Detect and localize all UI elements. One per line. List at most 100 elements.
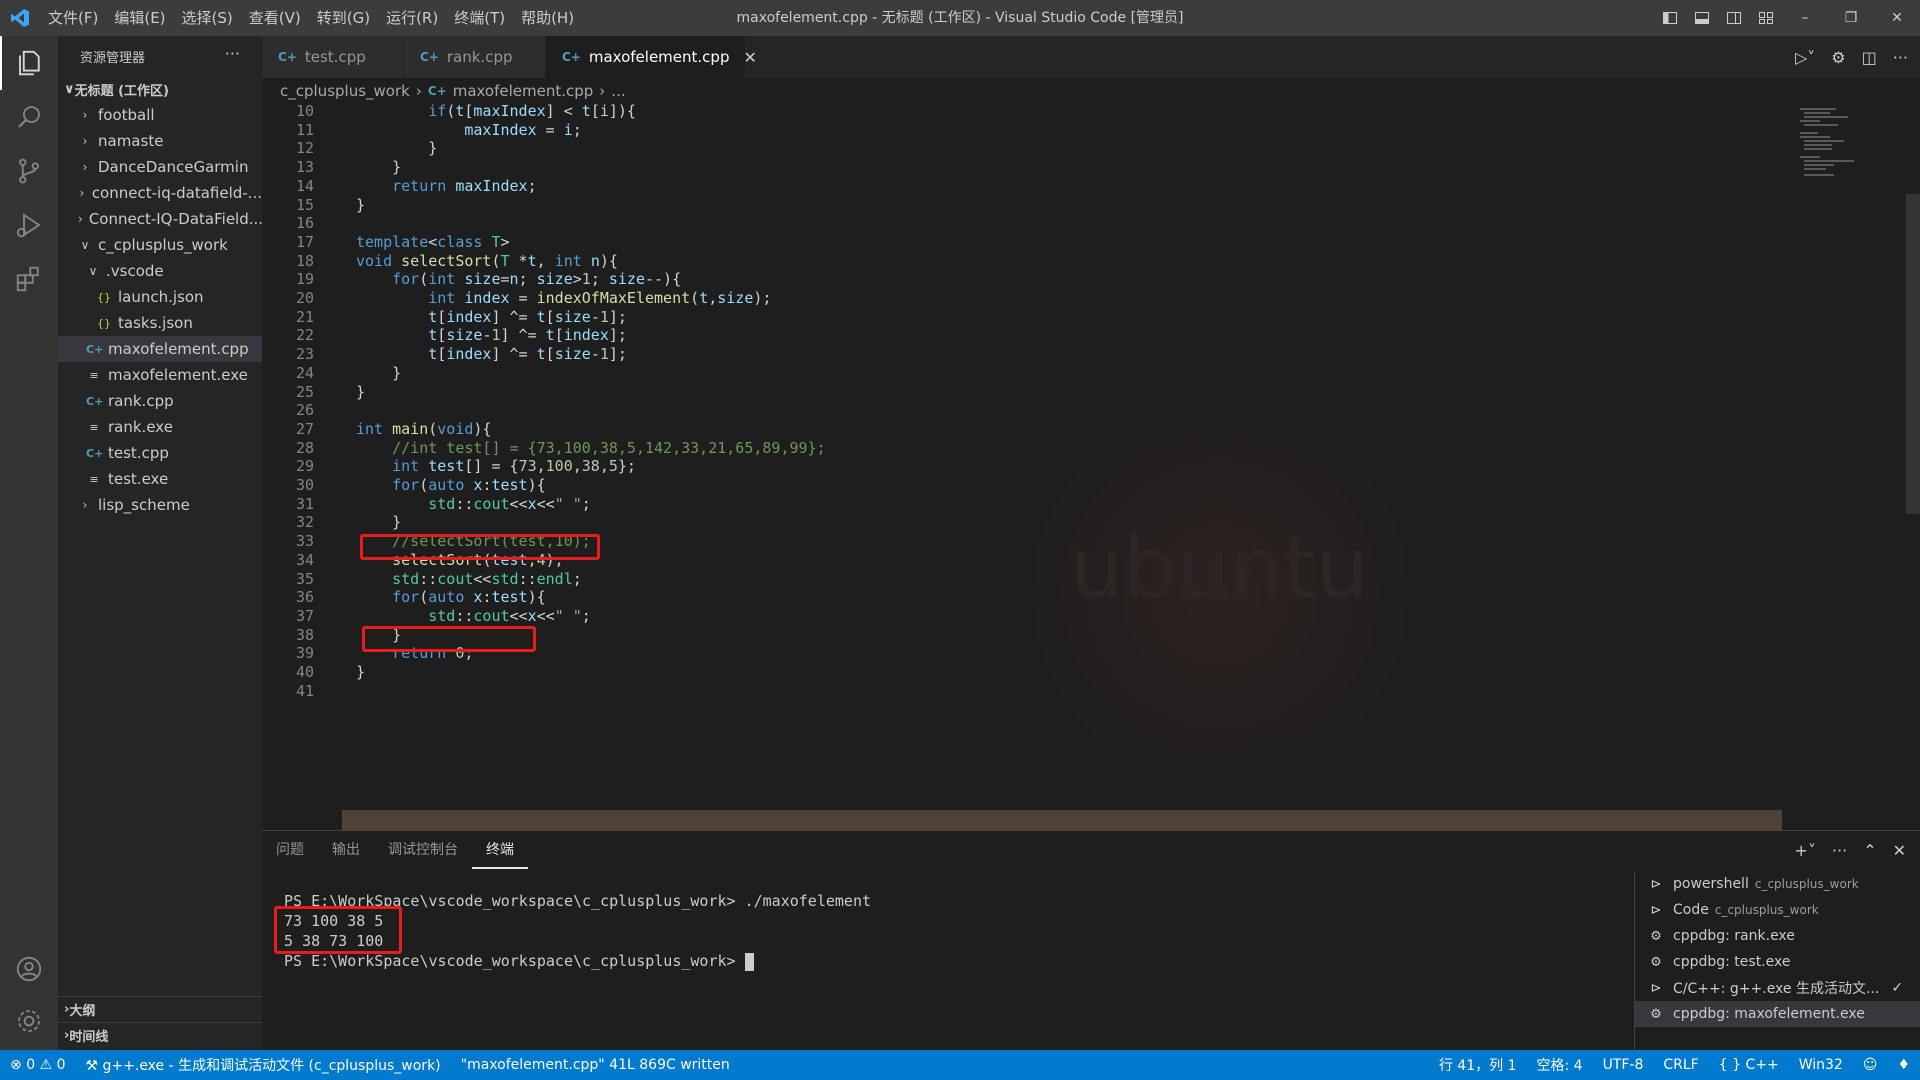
- toggle-panel-icon[interactable]: [1686, 0, 1718, 36]
- tree-file-maxofelement-exe[interactable]: ≡ maxofelement.exe: [58, 362, 262, 388]
- source-control-icon[interactable]: [0, 144, 58, 198]
- code-text: for(auto x:test){: [392, 476, 546, 494]
- search-icon[interactable]: [0, 90, 58, 144]
- tree-file-launch-json[interactable]: {} launch.json: [58, 284, 262, 310]
- tree-file-rank-exe[interactable]: ≡ rank.exe: [58, 414, 262, 440]
- menu-run[interactable]: 运行(R): [378, 0, 446, 36]
- tree-folder-namaste[interactable]: › namaste: [58, 128, 262, 154]
- customize-layout-icon[interactable]: [1750, 0, 1782, 36]
- tree-folder-football[interactable]: › football: [58, 102, 262, 128]
- line-ending[interactable]: CRLF: [1653, 1057, 1708, 1073]
- workspace-section[interactable]: ∨ 无标题 (工作区): [58, 76, 262, 102]
- notifications-bell-icon[interactable]: ♦: [1887, 1057, 1920, 1073]
- tab-problems[interactable]: 问题: [262, 831, 318, 869]
- code-editor[interactable]: ubuntu 10 if(t[maxIndex] < t[i]){11 maxI…: [262, 104, 1920, 830]
- tree-file-test-cpp[interactable]: C+ test.cpp: [58, 440, 262, 466]
- maximize-panel-icon[interactable]: ⌃: [1863, 841, 1876, 860]
- indentation[interactable]: 空格: 4: [1526, 1055, 1592, 1075]
- tree-folder-c-cplusplus-work[interactable]: ∨ c_cplusplus_work: [58, 232, 262, 258]
- code-text: int index = indexOfMaxElement(t,size);: [428, 289, 772, 307]
- terminal-prompt: PS E:\WorkSpace\vscode_workspace\c_cplus…: [284, 952, 745, 970]
- more-actions-icon[interactable]: ···: [1832, 841, 1847, 860]
- timeline-section[interactable]: › 时间线: [58, 1022, 262, 1048]
- language-mode[interactable]: { } C++: [1709, 1057, 1789, 1073]
- tree-folder-connect-iq-datafield[interactable]: › connect-iq-datafield-...: [58, 180, 263, 206]
- tree-item-label: rank.cpp: [108, 392, 174, 410]
- tab-terminal[interactable]: 终端: [472, 831, 528, 869]
- breadcrumb: c_cplusplus_work › C+ maxofelement.cpp ›…: [262, 78, 1920, 104]
- outline-section[interactable]: › 大纲: [58, 996, 262, 1022]
- breadcrumb-symbol[interactable]: ...: [611, 82, 625, 100]
- menu-edit[interactable]: 编辑(E): [106, 0, 173, 36]
- tree-folder-vscode[interactable]: ∨ .vscode: [58, 258, 262, 284]
- code-text: std::cout<<x<<" ";: [428, 606, 591, 625]
- split-editor-icon[interactable]: ◫: [1862, 48, 1877, 67]
- tree-folder-connect-iq-datafield-2[interactable]: › Connect-IQ-DataField...: [58, 206, 262, 232]
- breadcrumb-file[interactable]: maxofelement.cpp: [453, 82, 594, 100]
- menu-help[interactable]: 帮助(H): [513, 0, 582, 36]
- restore-icon[interactable]: ❐: [1828, 0, 1874, 36]
- code-line[interactable]: 41: [262, 680, 1762, 703]
- settings-gear-icon[interactable]: ⚙: [1831, 48, 1845, 67]
- explorer-icon[interactable]: [0, 36, 58, 90]
- new-terminal-icon[interactable]: +˅: [1795, 841, 1816, 860]
- tree-file-tasks-json[interactable]: {} tasks.json: [58, 310, 262, 336]
- tree-file-rank-cpp[interactable]: C+ rank.cpp: [58, 388, 262, 414]
- close-icon[interactable]: ✕: [743, 48, 756, 67]
- tab-maxofelement-cpp[interactable]: C+ maxofelement.cpp ✕: [546, 36, 757, 78]
- terminal-item-build-task[interactable]: ⊳ C/C++: g++.exe 生成活动文... ✓: [1635, 975, 1920, 1001]
- run-icon[interactable]: ▷˅: [1795, 48, 1815, 67]
- run-debug-icon[interactable]: [0, 198, 58, 252]
- tab-test-cpp[interactable]: C+ test.cpp: [262, 36, 404, 78]
- more-actions-icon[interactable]: ···: [1893, 48, 1908, 67]
- terminal-prompt-line[interactable]: PS E:\WorkSpace\vscode_workspace\c_cplus…: [284, 951, 754, 971]
- vertical-scrollbar[interactable]: [1906, 194, 1920, 514]
- tree-item-label: c_cplusplus_work: [98, 236, 228, 254]
- toggle-sidebar-icon[interactable]: [1654, 0, 1686, 36]
- tab-output[interactable]: 输出: [318, 831, 374, 869]
- close-window-icon[interactable]: ✕: [1874, 0, 1920, 36]
- minimap[interactable]: [1796, 104, 1906, 184]
- task-status[interactable]: ⚒ g++.exe - 生成和调试活动文件 (c_cplusplus_work): [76, 1055, 451, 1075]
- manage-gear-icon[interactable]: [0, 994, 58, 1048]
- terminal-item-code[interactable]: ⊳ Code c_cplusplus_work: [1635, 897, 1920, 923]
- terminal-item-cppdbg-rank[interactable]: ⚙ cppdbg: rank.exe: [1635, 923, 1920, 949]
- menu-selection[interactable]: 选择(S): [174, 0, 241, 36]
- close-panel-icon[interactable]: ✕: [1893, 841, 1906, 860]
- code-text: }: [356, 382, 366, 401]
- tree-item-label: test.exe: [108, 470, 169, 488]
- terminal-item-cppdbg-test[interactable]: ⚙ cppdbg: test.exe: [1635, 949, 1920, 975]
- editor-tabs: C+ test.cpp C+ rank.cpp C+ maxofelement.…: [262, 36, 1920, 78]
- code-text: return maxIndex;: [392, 176, 537, 195]
- minimize-icon[interactable]: –: [1782, 0, 1828, 36]
- account-icon[interactable]: [0, 942, 58, 996]
- more-actions-icon[interactable]: ···: [225, 44, 240, 63]
- breadcrumb-folder[interactable]: c_cplusplus_work: [280, 82, 410, 100]
- code-text: if(t[maxIndex] < t[i]){: [428, 104, 636, 120]
- code-text: }: [356, 363, 402, 382]
- terminal-item-powershell[interactable]: ⊳ powershell c_cplusplus_work: [1635, 871, 1920, 897]
- menu-file[interactable]: 文件(F): [40, 0, 106, 36]
- editor-actions: ▷˅ ⚙ ◫ ···: [1779, 36, 1920, 78]
- code-text: //int test[] = {73,100,38,5,142,33,21,65…: [392, 438, 826, 457]
- tab-rank-cpp[interactable]: C+ rank.cpp: [404, 36, 546, 78]
- horizontal-scrollbar[interactable]: [342, 810, 1782, 830]
- extensions-icon[interactable]: [0, 252, 58, 306]
- tree-file-test-exe[interactable]: ≡ test.exe: [58, 466, 262, 492]
- tree-folder-lisp-scheme[interactable]: › lisp_scheme: [58, 492, 262, 518]
- problems-status[interactable]: ⊗ 0 ⚠ 0: [0, 1057, 76, 1073]
- tab-debug-console[interactable]: 调试控制台: [374, 831, 472, 869]
- toggle-secondary-sidebar-icon[interactable]: [1718, 0, 1750, 36]
- tree-folder-dancedancegarmin[interactable]: › DanceDanceGarmin: [58, 154, 262, 180]
- chevron-right-icon: ›: [599, 82, 606, 100]
- feedback-icon[interactable]: ☺: [1853, 1057, 1888, 1073]
- menu-terminal[interactable]: 终端(T): [446, 0, 513, 36]
- terminal-item-cppdbg-maxofelement[interactable]: ⚙ cppdbg: maxofelement.exe: [1635, 1001, 1920, 1027]
- cursor-position[interactable]: 行 41，列 1: [1429, 1055, 1527, 1075]
- menu-view[interactable]: 查看(V): [241, 0, 309, 36]
- platform[interactable]: Win32: [1789, 1057, 1853, 1073]
- cpp-file-icon: C+: [427, 84, 447, 98]
- menu-go[interactable]: 转到(G): [309, 0, 378, 36]
- tree-file-maxofelement-cpp[interactable]: C+ maxofelement.cpp: [58, 336, 262, 362]
- encoding[interactable]: UTF-8: [1593, 1057, 1654, 1073]
